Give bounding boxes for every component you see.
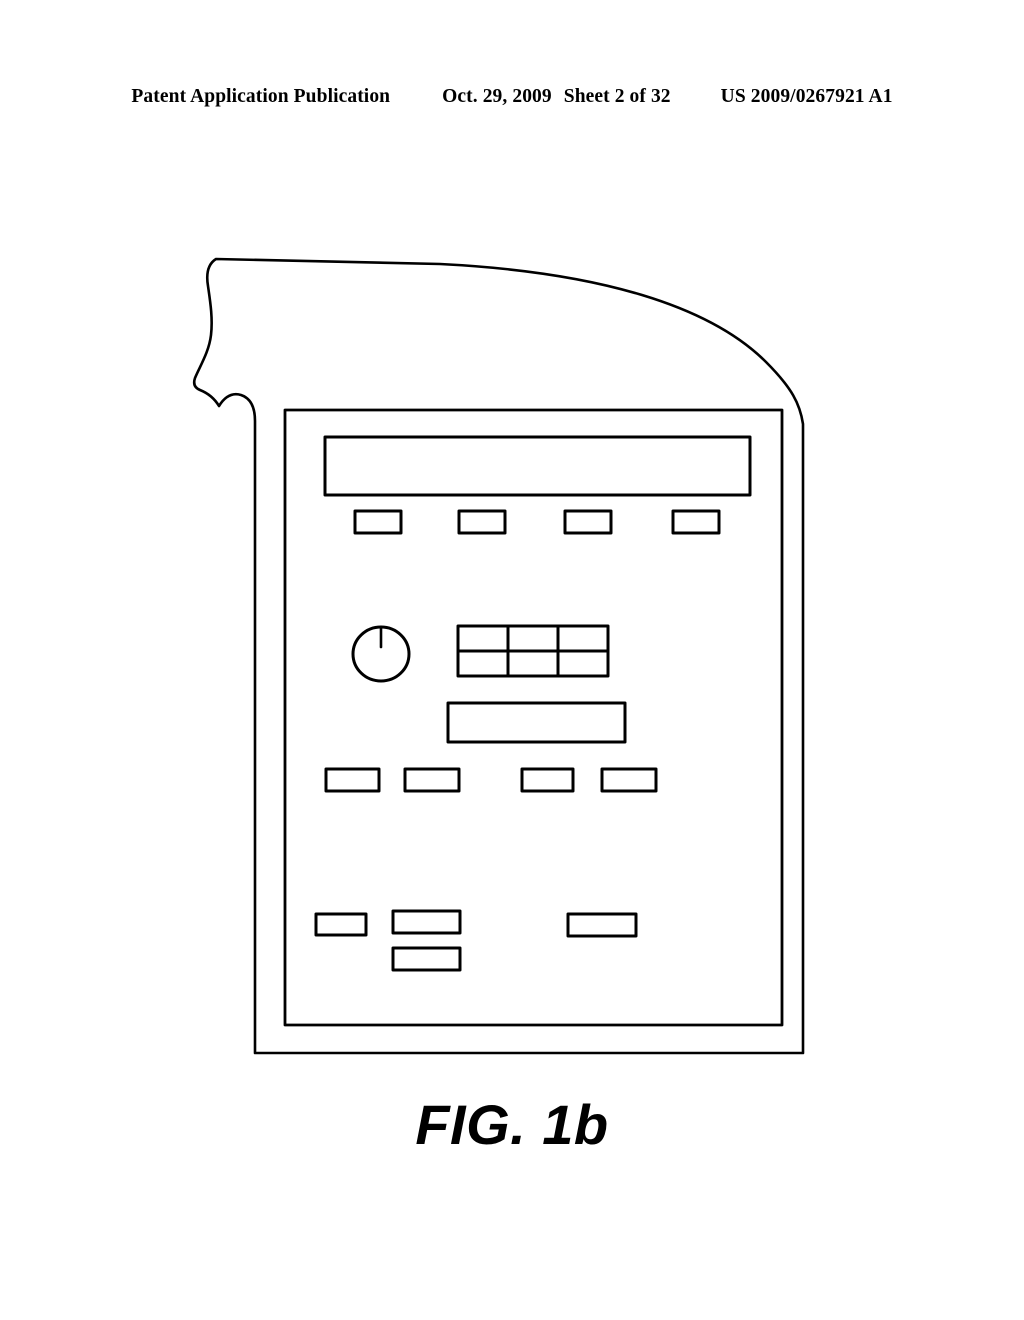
softkey-3[interactable] [563,509,613,535]
button-mid-4[interactable] [600,767,658,793]
wide-function-button[interactable] [446,701,627,744]
button-bot-4[interactable] [566,912,638,938]
softkey-4[interactable] [671,509,721,535]
button-bot-2[interactable] [391,909,462,935]
softkey-2[interactable] [457,509,507,535]
button-mid-3[interactable] [520,767,575,793]
main-display [323,435,752,497]
button-bot-3[interactable] [391,946,462,972]
button-bot-1[interactable] [314,912,368,937]
button-mid-1[interactable] [324,767,381,793]
figure-caption: FIG. 1b [415,1093,609,1156]
softkey-1[interactable] [353,509,403,535]
button-mid-2[interactable] [403,767,461,793]
